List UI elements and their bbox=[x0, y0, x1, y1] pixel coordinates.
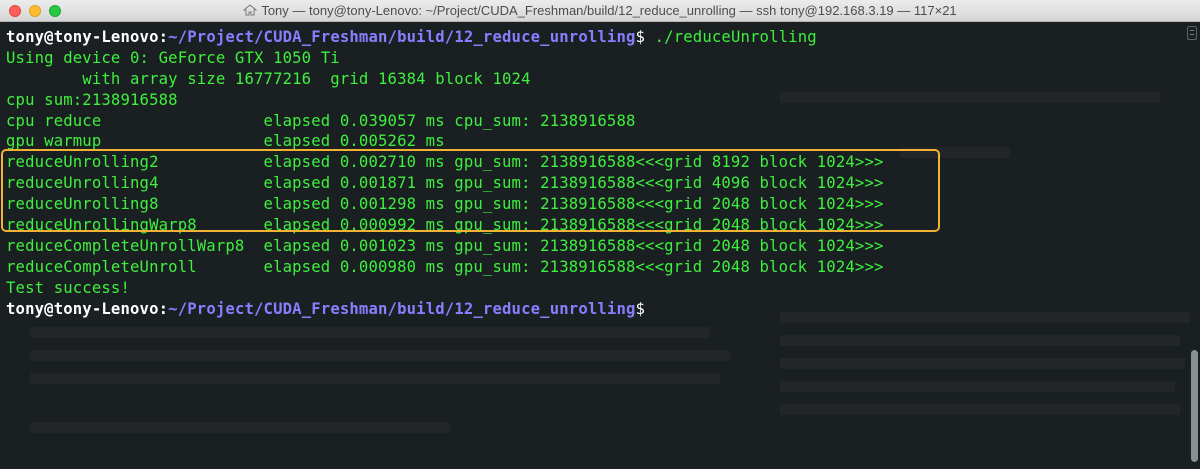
title-bar[interactable]: Tony — tony@tony-Lenovo: ~/Project/CUDA_… bbox=[0, 0, 1200, 22]
prompt-separator: : bbox=[158, 28, 169, 46]
output-line: Test success! bbox=[6, 278, 130, 297]
prompt-path: ~/Project/CUDA_Freshman/build/12_reduce_… bbox=[168, 28, 636, 46]
prompt-user: tony@tony-Lenovo bbox=[6, 28, 159, 46]
prompt-line: tony@tony-Lenovo:~/Project/CUDA_Freshman… bbox=[6, 299, 884, 320]
highlight-box bbox=[1, 149, 940, 232]
terminal-window: Tony — tony@tony-Lenovo: ~/Project/CUDA_… bbox=[0, 0, 1200, 469]
scrollbar-thumb[interactable] bbox=[1191, 350, 1198, 462]
prompt-separator: : bbox=[158, 299, 169, 318]
terminal-content[interactable]: tony@tony-Lenovo:~/Project/CUDA_Freshman… bbox=[0, 22, 1200, 469]
home-folder-icon bbox=[243, 4, 258, 16]
output-line: cpu sum:2138916588 bbox=[6, 90, 178, 109]
output-line: with array size 16777216 grid 16384 bloc… bbox=[6, 69, 531, 88]
prompt-dollar: $ bbox=[635, 28, 646, 46]
prompt-path: ~/Project/CUDA_Freshman/build/12_reduce_… bbox=[168, 299, 636, 318]
prompt-line: tony@tony-Lenovo:~/Project/CUDA_Freshman… bbox=[6, 27, 884, 48]
output-line: cpu reduce elapsed 0.039057 ms cpu_sum: … bbox=[6, 111, 636, 130]
scroll-lines-icon bbox=[1187, 26, 1197, 40]
output-line: reduceCompleteUnrollWarp8 elapsed 0.0010… bbox=[6, 236, 884, 255]
output-line: Using device 0: GeForce GTX 1050 Ti bbox=[6, 48, 340, 67]
command-text: ./reduceUnrolling bbox=[645, 28, 817, 46]
window-title: Tony — tony@tony-Lenovo: ~/Project/CUDA_… bbox=[261, 3, 957, 18]
prompt-user: tony@tony-Lenovo bbox=[6, 299, 159, 318]
prompt-dollar: $ bbox=[635, 299, 646, 318]
window-title-container: Tony — tony@tony-Lenovo: ~/Project/CUDA_… bbox=[0, 0, 1200, 22]
output-line: reduceCompleteUnroll elapsed 0.000980 ms… bbox=[6, 257, 884, 276]
